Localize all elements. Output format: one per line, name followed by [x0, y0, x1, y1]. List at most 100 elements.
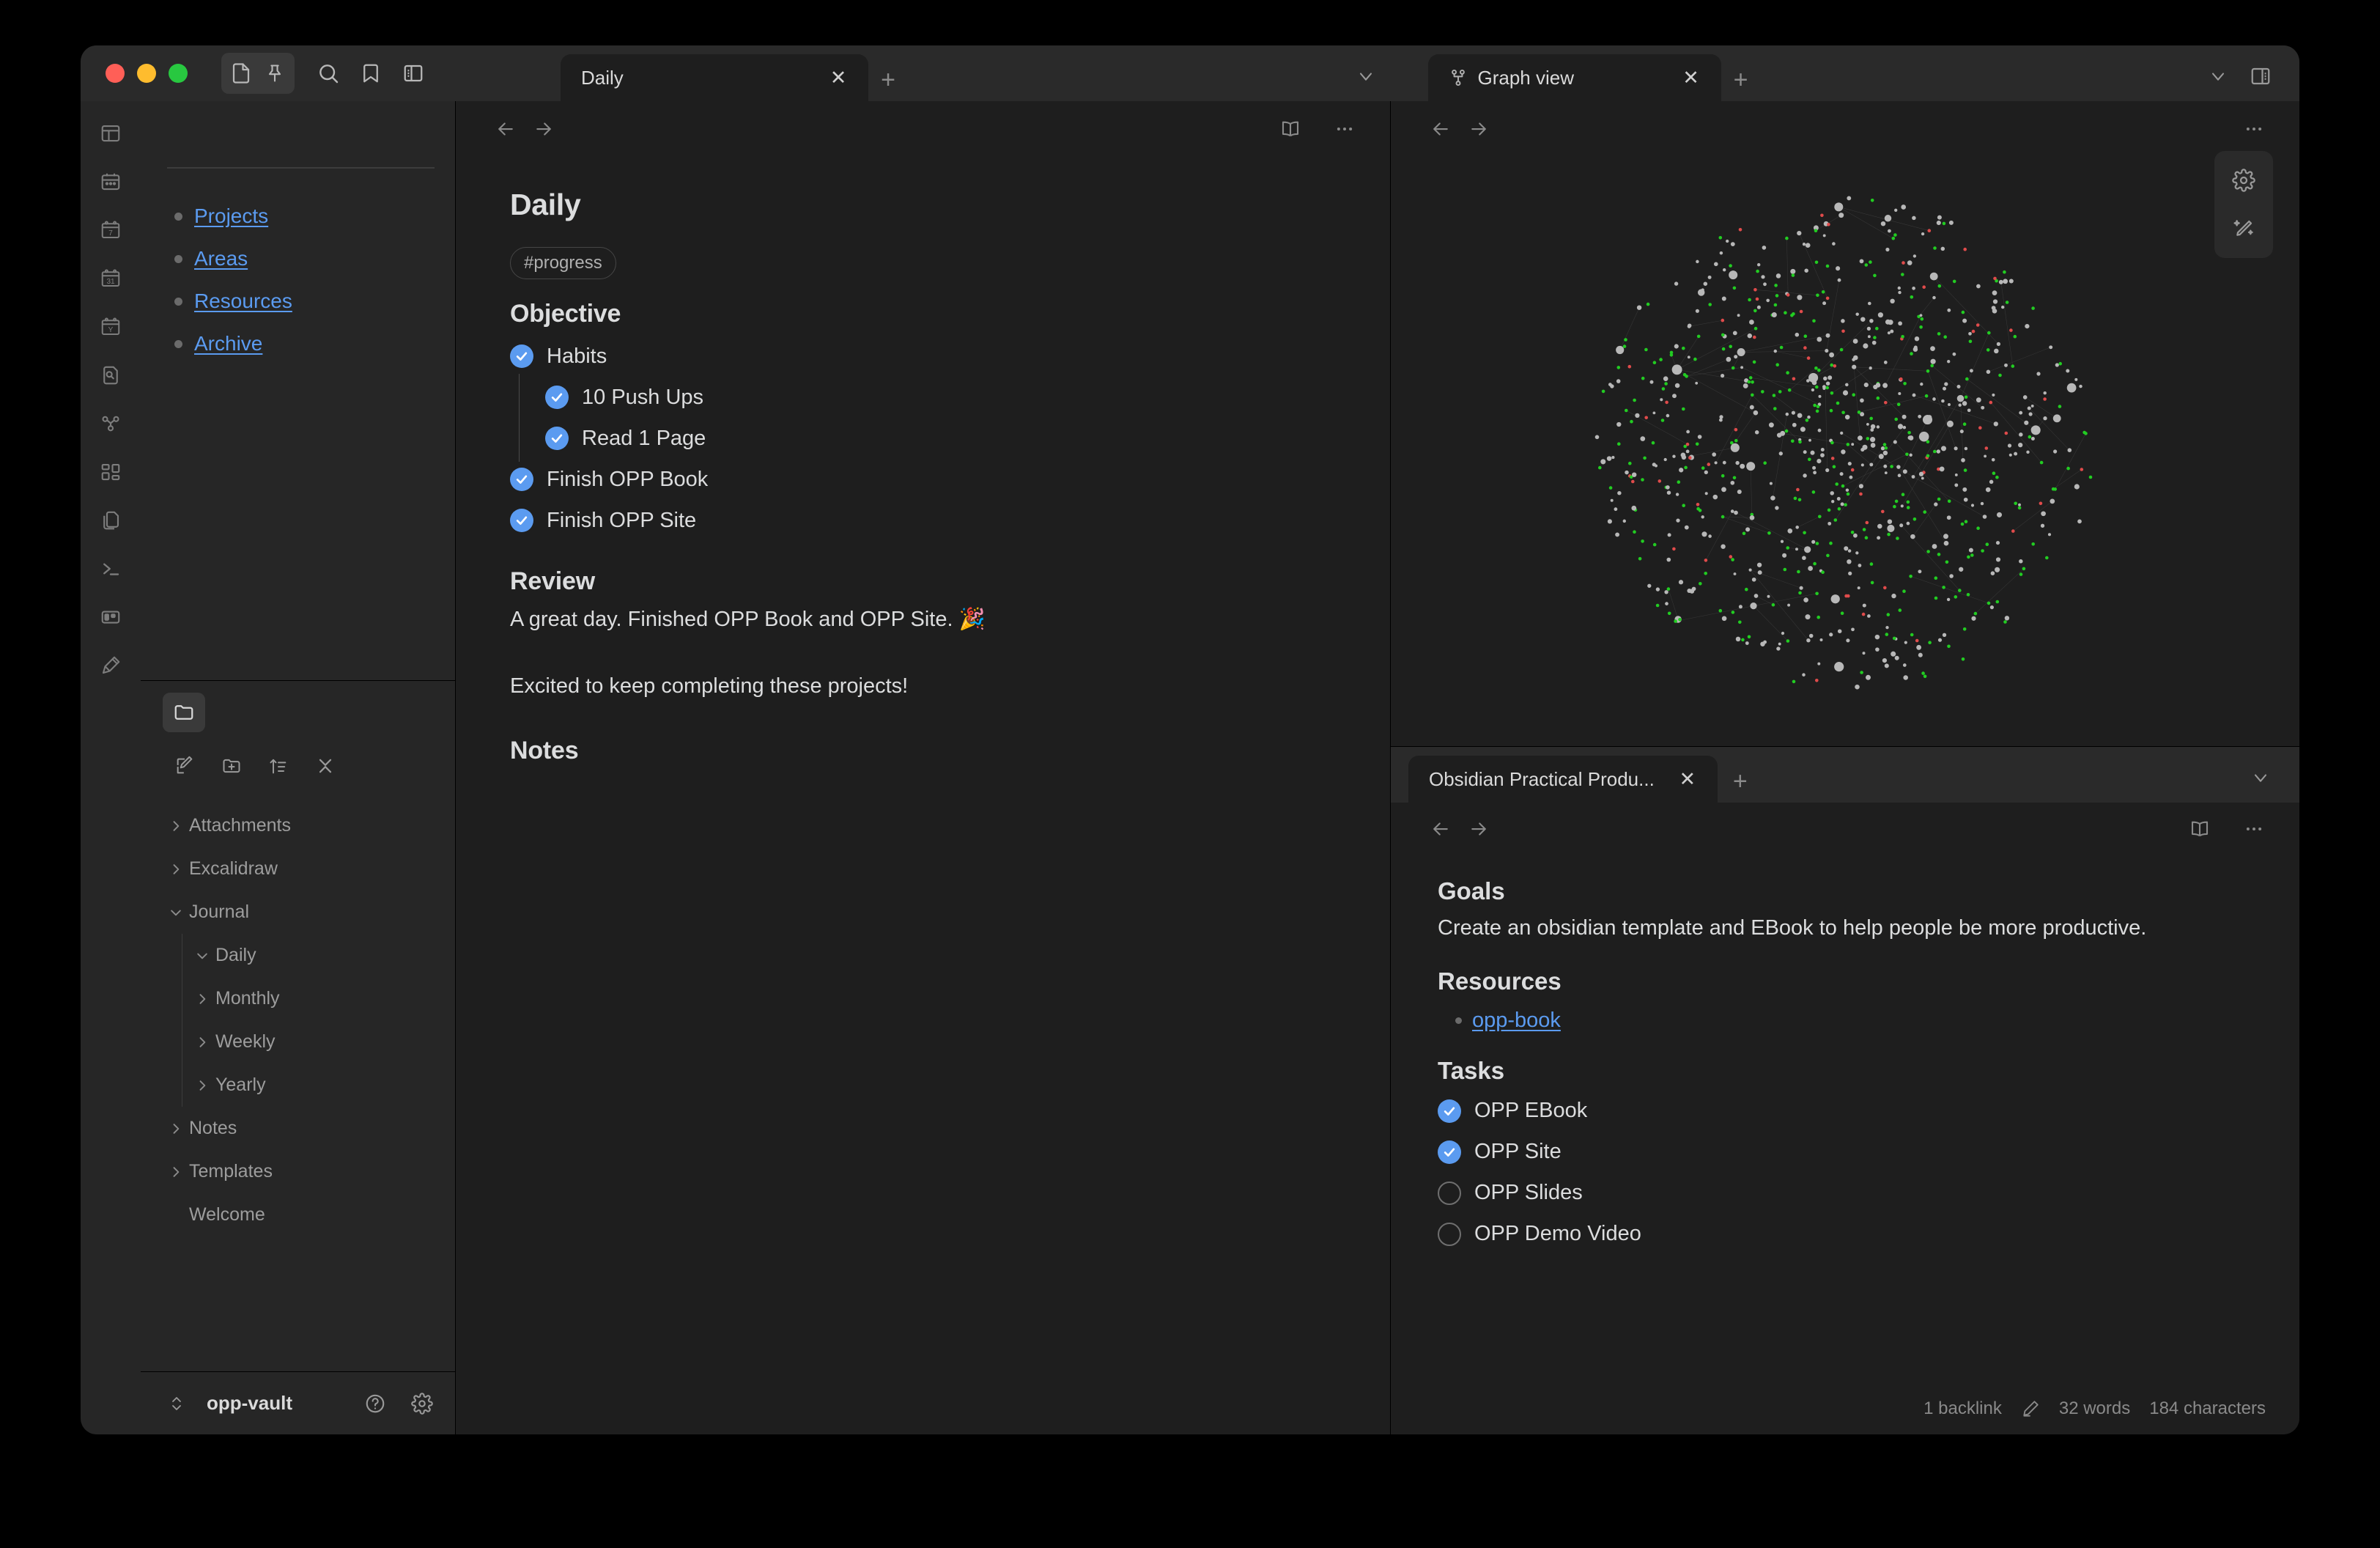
- backlink-count[interactable]: 1 backlink: [1923, 1398, 2002, 1419]
- list-item[interactable]: Projects: [174, 195, 455, 237]
- collapse-all-icon[interactable]: [306, 747, 344, 785]
- pin-icon[interactable]: [258, 56, 292, 90]
- tree-item-welcome[interactable]: Welcome: [141, 1193, 455, 1236]
- file-icon[interactable]: [224, 56, 258, 90]
- task-item[interactable]: Finish OPP Site: [510, 500, 1331, 541]
- list-item[interactable]: Areas: [174, 237, 455, 280]
- rail-grid-icon[interactable]: [92, 453, 130, 491]
- back-icon[interactable]: [1422, 810, 1460, 848]
- task-item[interactable]: OPP Site: [1438, 1132, 2248, 1173]
- tree-item-notes[interactable]: Notes: [141, 1107, 455, 1150]
- chevron-right-icon[interactable]: [189, 1035, 215, 1050]
- link-projects[interactable]: Projects: [194, 204, 268, 228]
- link-resources[interactable]: Resources: [194, 290, 292, 313]
- tree-item-journal[interactable]: Journal: [141, 891, 455, 934]
- graph-settings-icon[interactable]: [2223, 160, 2264, 201]
- checkbox-checked-icon[interactable]: [510, 344, 533, 368]
- tree-item-excalidraw[interactable]: Excalidraw: [141, 847, 455, 891]
- list-item[interactable]: Archive: [174, 322, 455, 365]
- checkbox-checked-icon[interactable]: [510, 468, 533, 491]
- graph-forces-icon[interactable]: [2223, 208, 2264, 249]
- forward-icon[interactable]: [1460, 810, 1498, 848]
- task-item[interactable]: OPP Demo Video: [1438, 1214, 2248, 1255]
- task-item[interactable]: OPP Slides: [1438, 1173, 2248, 1214]
- rail-kanban-icon[interactable]: [92, 598, 130, 636]
- reading-mode-icon[interactable]: [1271, 110, 1309, 148]
- tab-list-chevron-down-icon-bottom[interactable]: [2241, 759, 2280, 797]
- list-item[interactable]: opp-book: [1438, 1001, 2248, 1041]
- rail-calendar-icon[interactable]: [92, 163, 130, 201]
- link-opp-book[interactable]: opp-book: [1472, 1009, 1561, 1033]
- list-item[interactable]: Resources: [174, 280, 455, 322]
- chevron-down-icon[interactable]: [163, 905, 189, 920]
- checkbox-checked-icon[interactable]: [545, 427, 569, 450]
- chevron-right-icon[interactable]: [189, 992, 215, 1006]
- tab-list-chevron-down-icon-right[interactable]: [2198, 57, 2238, 95]
- checkbox-unchecked-icon[interactable]: [1438, 1222, 1461, 1246]
- tree-item-attachments[interactable]: Attachments: [141, 804, 455, 847]
- chevron-right-icon[interactable]: [163, 862, 189, 877]
- checkbox-checked-icon[interactable]: [1438, 1099, 1461, 1123]
- forward-icon[interactable]: [525, 110, 563, 148]
- tab-graph-view[interactable]: Graph view ✕: [1427, 54, 1721, 101]
- folder-icon[interactable]: [163, 693, 205, 732]
- search-icon[interactable]: [309, 54, 347, 92]
- toggle-right-sidebar-icon[interactable]: [2241, 57, 2280, 95]
- tab-obsidian-practical-productivity[interactable]: Obsidian Practical Produ... ✕: [1408, 756, 1718, 803]
- rail-excalidraw-icon[interactable]: [92, 646, 130, 685]
- link-archive[interactable]: Archive: [194, 332, 262, 355]
- tab-close-button[interactable]: ✕: [1679, 65, 1704, 90]
- tab-list-chevron-down-icon[interactable]: [1346, 57, 1386, 95]
- rail-terminal-icon[interactable]: [92, 550, 130, 588]
- rail-calendar-yearly-icon[interactable]: Y: [92, 308, 130, 346]
- rail-files-icon[interactable]: [92, 501, 130, 539]
- maximize-window-button[interactable]: [169, 64, 188, 83]
- toggle-left-sidebar-icon[interactable]: [394, 54, 432, 92]
- back-icon[interactable]: [1422, 110, 1460, 148]
- tree-item-yearly[interactable]: Yearly: [141, 1064, 455, 1107]
- bookmark-icon[interactable]: [352, 54, 390, 92]
- tab-daily[interactable]: Daily ✕: [561, 54, 868, 101]
- settings-icon[interactable]: [405, 1387, 439, 1420]
- note-content-daily[interactable]: Daily #progress Objective Habits 10 Push…: [456, 157, 1390, 1434]
- new-note-icon[interactable]: [166, 747, 204, 785]
- new-folder-icon[interactable]: [212, 747, 251, 785]
- rail-graph-icon[interactable]: [92, 405, 130, 443]
- vault-name[interactable]: opp-vault: [207, 1392, 345, 1415]
- tab-close-button[interactable]: ✕: [1675, 767, 1700, 792]
- checkbox-checked-icon[interactable]: [545, 386, 569, 409]
- reading-mode-icon[interactable]: [2181, 810, 2219, 848]
- vault-switcher-icon[interactable]: [160, 1387, 193, 1420]
- chevron-right-icon[interactable]: [163, 1121, 189, 1136]
- new-tab-button-bottom[interactable]: +: [1721, 760, 1760, 803]
- tab-close-button[interactable]: ✕: [826, 65, 851, 90]
- chevron-down-icon[interactable]: [189, 948, 215, 963]
- forward-icon[interactable]: [1460, 110, 1498, 148]
- rail-layout-icon[interactable]: [92, 114, 130, 152]
- checkbox-checked-icon[interactable]: [510, 509, 533, 532]
- help-icon[interactable]: [358, 1387, 392, 1420]
- tree-item-monthly[interactable]: Monthly: [141, 977, 455, 1020]
- minimize-window-button[interactable]: [137, 64, 156, 83]
- close-window-button[interactable]: [106, 64, 125, 83]
- knowledge-graph-canvas[interactable]: [1391, 157, 2299, 746]
- checkbox-checked-icon[interactable]: [1438, 1140, 1461, 1164]
- task-item[interactable]: 10 Push Ups: [510, 374, 1331, 421]
- tree-item-daily[interactable]: Daily: [141, 934, 455, 977]
- task-item[interactable]: OPP EBook: [1438, 1091, 2248, 1132]
- new-tab-button[interactable]: +: [868, 59, 908, 101]
- note-content-opp[interactable]: Goals Create an obsidian template and EB…: [1391, 855, 2299, 1383]
- chevron-right-icon[interactable]: [163, 819, 189, 833]
- tag-progress[interactable]: #progress: [510, 247, 616, 279]
- more-options-icon[interactable]: [2235, 110, 2273, 148]
- tree-item-templates[interactable]: Templates: [141, 1150, 455, 1193]
- task-item[interactable]: Finish OPP Book: [510, 459, 1331, 500]
- back-icon[interactable]: [487, 110, 525, 148]
- rail-calendar-monthly-icon[interactable]: 31: [92, 259, 130, 298]
- tree-item-weekly[interactable]: Weekly: [141, 1020, 455, 1064]
- chevron-right-icon[interactable]: [189, 1078, 215, 1093]
- pencil-icon[interactable]: [2021, 1399, 2040, 1418]
- link-areas[interactable]: Areas: [194, 247, 248, 270]
- rail-file-search-icon[interactable]: [92, 356, 130, 394]
- more-options-icon[interactable]: [1326, 110, 1364, 148]
